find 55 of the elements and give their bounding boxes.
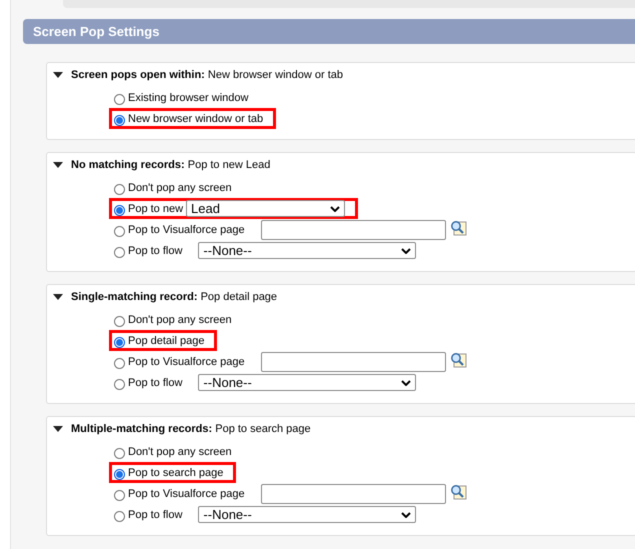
flow-dropdown[interactable]: --None-- [198, 242, 416, 259]
caret-icon [401, 512, 412, 518]
caret-icon [401, 248, 412, 254]
option-label: Pop to Visualforce page [128, 224, 245, 236]
triangle-icon[interactable] [53, 161, 63, 169]
option-label: Don't pop any screen [128, 314, 232, 326]
radio-button[interactable] [114, 378, 125, 390]
radio-button[interactable] [114, 358, 125, 368]
dropdown-value: Lead [191, 201, 220, 216]
page-input-field[interactable] [260, 352, 446, 372]
flow-dropdown[interactable]: --None-- [198, 506, 416, 523]
radio-button[interactable] [114, 246, 125, 258]
radio-button[interactable] [114, 490, 125, 500]
option-label: Pop to flow [128, 244, 182, 256]
option-label: Don't pop any screen [128, 446, 232, 458]
radio-button[interactable] [114, 510, 125, 522]
caret-icon [401, 380, 412, 386]
caret-icon [330, 206, 340, 212]
radio-button[interactable] [114, 114, 125, 126]
radio-button[interactable] [114, 468, 125, 480]
flow-dropdown[interactable]: --None-- [198, 374, 416, 391]
option-label: Pop to Visualforce page [128, 488, 245, 500]
radio-button[interactable] [114, 316, 125, 326]
radio-button[interactable] [114, 336, 125, 348]
option-label: Pop to search page [128, 466, 224, 478]
radio-button[interactable] [114, 204, 125, 216]
page-input-field[interactable] [260, 484, 446, 504]
option-label: Pop to new [128, 202, 184, 214]
radio-button[interactable] [114, 184, 125, 194]
triangle-icon[interactable] [53, 71, 63, 79]
lookup-icon[interactable] [450, 352, 467, 368]
dropdown-value: --None-- [203, 243, 252, 258]
option-label: Pop detail page [128, 334, 204, 346]
section-summary: No matching records: Pop to new Lead [71, 159, 270, 171]
option-label: Pop to flow [128, 376, 182, 388]
object-dropdown[interactable]: Lead [186, 200, 346, 217]
page-input-field[interactable] [260, 220, 446, 240]
section-summary: Single-matching record: Pop detail page [71, 291, 278, 303]
option-label: Pop to Visualforce page [128, 356, 245, 368]
header-title: Screen Pop Settings [33, 24, 160, 39]
option-label: New browser window or tab [128, 112, 264, 124]
lookup-icon[interactable] [450, 484, 467, 500]
triangle-icon[interactable] [53, 425, 63, 433]
section-summary: Multiple-matching records: Pop to search page [71, 423, 311, 435]
radio-button[interactable] [114, 226, 125, 236]
dropdown-value: --None-- [203, 507, 252, 522]
radio-button[interactable] [114, 448, 125, 458]
radio-button[interactable] [114, 94, 125, 104]
section-summary: Screen pops open within: New browser window or tab [71, 69, 344, 81]
lookup-icon[interactable] [450, 220, 467, 236]
option-label: Don't pop any screen [128, 182, 232, 194]
dropdown-value: --None-- [203, 375, 252, 390]
option-label: Pop to flow [128, 508, 182, 520]
option-label: Existing browser window [128, 92, 248, 104]
triangle-icon[interactable] [53, 293, 63, 301]
